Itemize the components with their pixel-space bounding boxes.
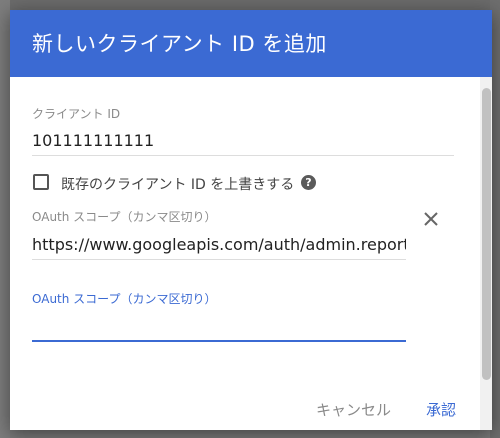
scrollbar-thumb[interactable] xyxy=(482,88,491,380)
client-id-underline xyxy=(32,155,454,156)
add-client-id-dialog: 新しいクライアント ID を追加 クライアント ID 101111111111 … xyxy=(10,10,492,430)
oauth-scope-label-1: OAuth スコープ（カンマ区切り） xyxy=(32,210,217,224)
oauth-scope-label-2: OAuth スコープ（カンマ区切り） xyxy=(32,292,217,306)
oauth-scope-underline-2 xyxy=(32,340,406,342)
oauth-scope-field-2[interactable] xyxy=(32,312,406,338)
client-id-label: クライアント ID xyxy=(32,107,121,121)
client-id-field[interactable]: 101111111111 xyxy=(32,131,452,150)
backdrop xyxy=(0,0,500,10)
help-circle-icon[interactable]: ? xyxy=(301,175,316,190)
oauth-scope-field-1[interactable]: https://www.googleapis.com/auth/admin.re… xyxy=(32,235,406,254)
overwrite-checkbox-label[interactable]: 既存のクライアント ID を上書きする xyxy=(61,174,294,194)
approve-button[interactable]: 承認 xyxy=(426,399,456,420)
cancel-button[interactable]: キャンセル xyxy=(316,399,391,420)
dialog-title: 新しいクライアント ID を追加 xyxy=(32,32,327,56)
oauth-scope-underline-1 xyxy=(32,259,406,260)
dialog-header: 新しいクライアント ID を追加 xyxy=(10,10,492,77)
backdrop-left xyxy=(0,0,10,438)
close-icon[interactable] xyxy=(421,209,441,229)
overwrite-checkbox[interactable] xyxy=(33,174,49,190)
